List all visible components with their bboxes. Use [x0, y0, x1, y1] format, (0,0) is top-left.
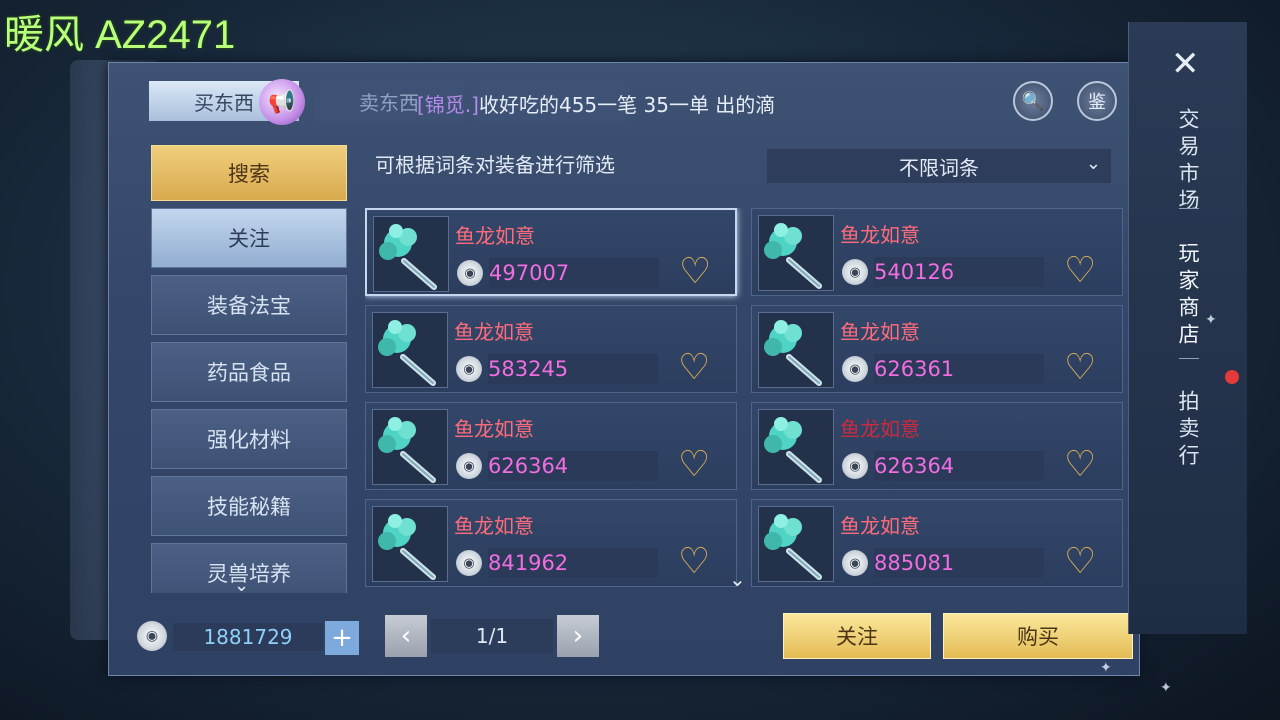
- sidebar-item-search[interactable]: 搜索: [151, 145, 347, 201]
- item-name: 鱼龙如意: [455, 224, 535, 248]
- divider: [1179, 208, 1199, 209]
- item-name: 鱼龙如意: [454, 514, 534, 538]
- heart-icon[interactable]: ♡: [1064, 447, 1096, 483]
- coin-icon: ◉: [456, 453, 482, 479]
- magnifier-icon: 🔍: [1021, 90, 1045, 112]
- divider: [1179, 358, 1199, 359]
- coin-icon: ◉: [842, 550, 868, 576]
- coin-icon: ◉: [456, 550, 482, 576]
- follow-button[interactable]: 关注: [783, 613, 931, 659]
- balance-value: 1881729: [173, 623, 323, 651]
- listing-card[interactable]: 鱼龙如意 ◉ 626361 ♡: [751, 305, 1123, 393]
- item-name: 鱼龙如意: [454, 417, 534, 441]
- listing-card[interactable]: 鱼龙如意 ◉ 626364 ♡: [365, 402, 737, 490]
- chevron-down-icon[interactable]: ⌄: [729, 567, 746, 591]
- next-page-button[interactable]: ›: [557, 615, 599, 657]
- item-name: 鱼龙如意: [454, 320, 534, 344]
- chevron-down-icon[interactable]: ⌄: [234, 575, 249, 596]
- sparkle-icon: ✦: [1100, 660, 1112, 676]
- broadcast-ticker: [锦觅.] 收好吃的455一笔 35一单 出的滴: [417, 83, 847, 123]
- nav-auction-house[interactable]: 拍卖行: [1173, 390, 1203, 471]
- sidebar-item-enhance-material[interactable]: 强化材料: [151, 409, 347, 469]
- coin-icon: ◉: [842, 356, 868, 382]
- item-price: 626364: [874, 451, 1044, 481]
- heart-icon[interactable]: ♡: [1064, 544, 1096, 580]
- item-price: 540126: [874, 257, 1044, 287]
- coin-icon: ◉: [842, 453, 868, 479]
- item-price: 583245: [488, 354, 658, 384]
- megaphone-icon: 📢: [259, 79, 305, 125]
- sparkle-icon: ✦: [1205, 312, 1217, 328]
- listing-card[interactable]: 鱼龙如意 ◉ 626364 ♡: [751, 402, 1123, 490]
- ruyi-scepter-icon: [372, 506, 448, 582]
- listing-card[interactable]: 鱼龙如意 ◉ 841962 ♡: [365, 499, 737, 587]
- currency-balance: ◉ 1881729: [137, 621, 327, 651]
- ruyi-scepter-icon: [758, 409, 834, 485]
- ruyi-scepter-icon: [758, 506, 834, 582]
- item-name: 鱼龙如意: [840, 223, 920, 247]
- item-price: 885081: [874, 548, 1044, 578]
- category-sidebar: 搜索 关注 装备法宝 药品食品 强化材料 技能秘籍 灵兽培养: [151, 145, 347, 593]
- filter-dropdown-value: 不限词条: [899, 155, 979, 180]
- page-indicator: 1/1: [431, 619, 553, 653]
- listing-card[interactable]: 鱼龙如意 ◉ 540126 ♡: [751, 208, 1123, 296]
- coin-icon: ◉: [842, 259, 868, 285]
- heart-icon[interactable]: ♡: [1064, 350, 1096, 386]
- coin-icon: ◉: [137, 621, 167, 651]
- appraise-label: 鉴: [1088, 92, 1106, 113]
- heart-icon[interactable]: ♡: [678, 350, 710, 386]
- heart-icon[interactable]: ♡: [679, 254, 711, 290]
- prev-page-button[interactable]: ‹: [385, 615, 427, 657]
- sidebar-item-equipment[interactable]: 装备法宝: [151, 275, 347, 335]
- sidebar-item-skill-books[interactable]: 技能秘籍: [151, 476, 347, 536]
- heart-icon[interactable]: ♡: [1064, 253, 1096, 289]
- stream-watermark: 暖风 AZ2471: [4, 13, 236, 57]
- listing-card[interactable]: 鱼龙如意 ◉ 885081 ♡: [751, 499, 1123, 587]
- heart-icon[interactable]: ♡: [678, 447, 710, 483]
- coin-icon: ◉: [457, 260, 483, 286]
- ruyi-scepter-icon: [372, 312, 448, 388]
- sidebar-item-follow[interactable]: 关注: [151, 208, 347, 268]
- listing-grid: 鱼龙如意 ◉ 497007 ♡ 鱼龙如意 ◉ 540126 ♡ 鱼龙如意 ◉ 5…: [365, 208, 1125, 590]
- ticker-message: 收好吃的455一笔 35一单 出的滴: [478, 92, 776, 117]
- buy-button[interactable]: 购买: [943, 613, 1133, 659]
- market-nav-rail: ✕ 交易市场 玩家商店 拍卖行: [1128, 22, 1247, 634]
- item-price: 626364: [488, 451, 658, 481]
- nav-trading-market[interactable]: 交易市场: [1173, 108, 1203, 216]
- coin-icon: ◉: [456, 356, 482, 382]
- ticker-sender: [锦觅.]: [417, 92, 479, 117]
- item-price: 626361: [874, 354, 1044, 384]
- ruyi-scepter-icon: [758, 215, 834, 291]
- ruyi-scepter-icon: [372, 409, 448, 485]
- sparkle-icon: ✦: [1160, 680, 1172, 696]
- add-currency-button[interactable]: +: [325, 621, 359, 655]
- sidebar-item-medicine-food[interactable]: 药品食品: [151, 342, 347, 402]
- heart-icon[interactable]: ♡: [678, 544, 710, 580]
- close-icon[interactable]: ✕: [1171, 44, 1200, 84]
- chevron-down-icon: ⌄: [1085, 153, 1101, 174]
- item-price: 497007: [489, 258, 659, 288]
- appraise-button[interactable]: 鉴: [1077, 81, 1117, 121]
- affix-filter-dropdown[interactable]: 不限词条 ⌄: [767, 149, 1111, 183]
- item-price: 841962: [488, 548, 658, 578]
- notification-dot: [1225, 370, 1239, 384]
- search-record-button[interactable]: 🔍: [1013, 81, 1053, 121]
- nav-player-shop[interactable]: 玩家商店: [1173, 242, 1203, 350]
- filter-hint: 可根据词条对装备进行筛选: [375, 153, 615, 177]
- listing-card[interactable]: 鱼龙如意 ◉ 583245 ♡: [365, 305, 737, 393]
- listing-card[interactable]: 鱼龙如意 ◉ 497007 ♡: [365, 208, 737, 296]
- shop-panel: 买东西 卖东西 📢 [锦觅.] 收好吃的455一笔 35一单 出的滴 🔍 鉴 搜…: [108, 62, 1140, 676]
- item-name: 鱼龙如意: [840, 514, 920, 538]
- ruyi-scepter-icon: [758, 312, 834, 388]
- item-name: 鱼龙如意: [840, 320, 920, 344]
- item-name: 鱼龙如意: [840, 417, 920, 441]
- ruyi-scepter-icon: [373, 216, 449, 292]
